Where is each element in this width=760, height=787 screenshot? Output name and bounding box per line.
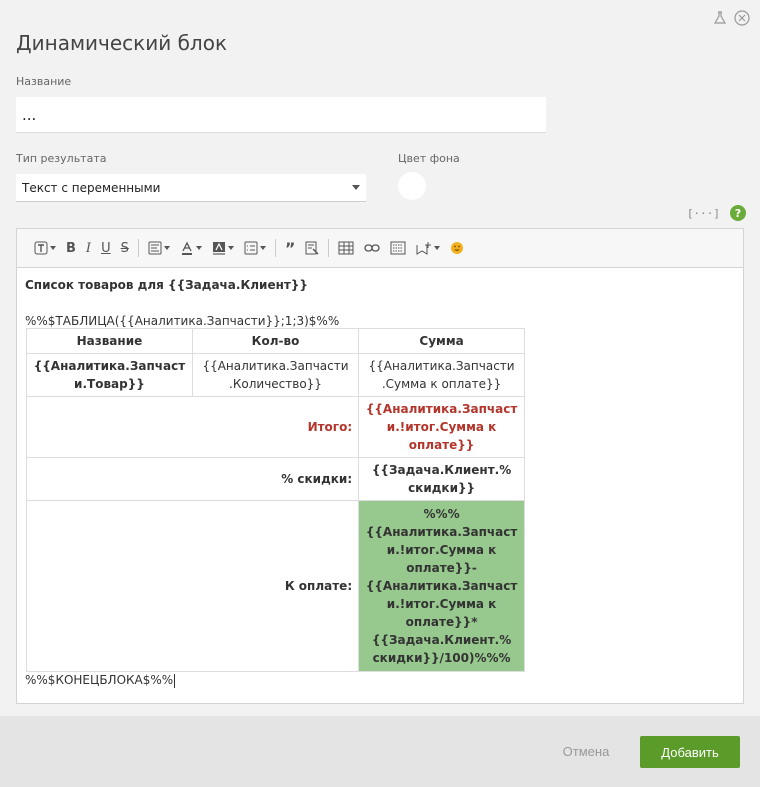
toolbar-divider [328,239,330,257]
discount-label: % скидки: [25,457,360,501]
table-cell: {{Аналитика.Запчасти .Количество}} [191,353,360,397]
background-color-icon[interactable] [207,236,239,260]
table-header-row: Название Кол-во Сумма [26,328,525,354]
table-header: Кол-во [191,328,360,354]
clear-format-icon[interactable] [300,236,324,260]
close-icon[interactable] [734,10,750,26]
table-row-discount: % скидки: {{Задача.Клиент.% скидки}} [25,457,525,501]
result-type-label: Тип результата [16,152,107,165]
strikethrough-icon[interactable]: S [116,236,134,260]
text-cursor [174,673,176,688]
insert-icon[interactable] [411,236,445,260]
result-type-value: Текст с переменными [22,180,161,195]
editor-content[interactable]: Список товаров для {{Задача.Клиент}} %%$… [17,268,743,698]
name-label: Название [16,75,72,88]
top-icons [712,10,750,26]
bg-color-label: Цвет фона [398,152,460,165]
editor-toolbar: B I U S ” [17,229,743,268]
add-button[interactable]: Добавить [640,736,740,768]
help-icon[interactable]: ? [730,205,746,221]
editor-line-title: Список товаров для {{Задача.Клиент}} [25,278,308,292]
font-color-icon[interactable] [175,236,207,260]
content-table: Название Кол-во Сумма {{Аналитика.Запчас… [25,328,525,672]
bg-color-picker[interactable] [398,172,426,200]
table-row-total: Итого: {{Аналитика.Запчаст и.!итог.Сумма… [25,396,525,458]
bold-icon[interactable]: B [61,236,81,260]
editor-line-table-start: %%$ТАБЛИЦА({{Аналитика.Запчасти}};1;3)$%… [25,314,340,328]
table-icon[interactable] [333,236,359,260]
result-type-select[interactable]: Текст с переменными [16,174,366,202]
table-header: Сумма [358,328,525,354]
cancel-button[interactable]: Отмена [552,736,620,766]
total-label: Итого: [25,396,360,458]
flask-icon[interactable] [712,10,728,26]
italic-icon[interactable]: I [81,236,96,260]
table-cell: {{Аналитика.Запчаст и.Товар}} [26,353,193,397]
text-style-icon[interactable] [29,236,61,260]
chevron-down-icon [352,185,360,190]
paragraph-icon[interactable] [143,236,175,260]
discount-value: {{Задача.Клиент.% скидки}} [358,457,525,501]
brackets-icon[interactable]: [···] [687,207,720,220]
pay-label: К оплате: [25,500,360,672]
table-header: Название [26,328,193,354]
total-value: {{Аналитика.Запчаст и.!итог.Сумма к опла… [358,396,525,458]
link-icon[interactable] [359,236,385,260]
emoji-icon[interactable] [445,236,469,260]
pay-value: %%% {{Аналитика.Запчаст и.!итог.Сумма к … [358,500,525,672]
dialog-title: Динамический блок [16,31,228,55]
dynamic-block-dialog: Динамический блок Название ... Тип резул… [0,0,760,716]
underline-icon[interactable]: U [96,236,116,260]
editor-line-block-end: %%$КОНЕЦБЛОКА$%% [25,673,735,688]
toolbar-divider [137,239,139,257]
block-end-text: %%$КОНЕЦБЛОКА$%% [25,673,174,687]
quote-icon[interactable]: ” [280,236,301,260]
toolbar-divider [274,239,276,257]
table-row: {{Аналитика.Запчаст и.Товар}} {{Аналитик… [26,353,525,397]
name-input[interactable]: ... [16,97,546,133]
image-icon[interactable] [385,236,411,260]
table-row-pay: К оплате: %%% {{Аналитика.Запчаст и.!ито… [25,500,525,672]
aux-icons: [···] ? [687,205,746,221]
rich-text-editor[interactable]: B I U S ” Список товаров для {{Задача.Кл… [16,228,744,704]
table-cell: {{Аналитика.Запчасти .Сумма к оплате}} [358,353,525,397]
list-icon[interactable] [239,236,271,260]
name-input-value: ... [22,105,37,124]
